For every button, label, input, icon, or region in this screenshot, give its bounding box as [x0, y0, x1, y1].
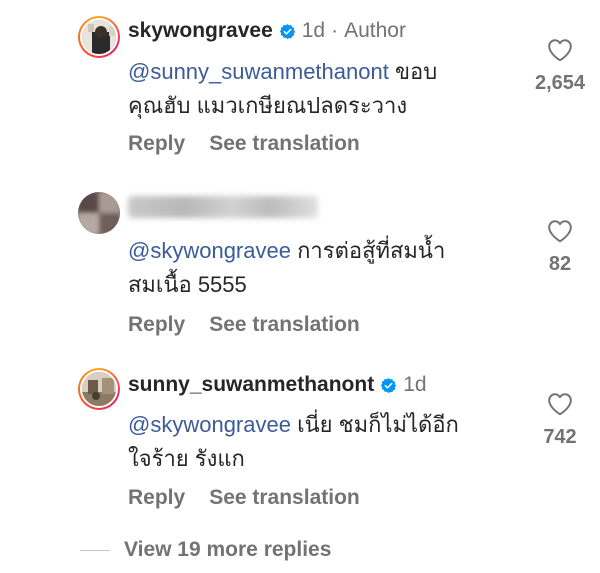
comment-time: 1d: [403, 373, 427, 396]
avatar[interactable]: [78, 16, 120, 58]
comment-text: @sunny_suwanmethanont ขอบ คุณฮับ แมวเกษี…: [128, 55, 518, 123]
avatar-image: [78, 192, 120, 234]
like-count: 2,654: [534, 72, 586, 94]
comment-actions: Reply See translation: [128, 313, 360, 337]
avatar[interactable]: [78, 192, 120, 234]
comment-header: skywongravee 1d · Author: [128, 18, 406, 44]
reply-button[interactable]: Reply: [128, 132, 185, 155]
comment-time: 1d: [301, 19, 326, 42]
see-translation-button[interactable]: See translation: [209, 132, 360, 155]
heart-outline-icon[interactable]: [547, 392, 573, 416]
heart-outline-icon[interactable]: [547, 219, 573, 243]
comment-text-line2: คุณฮับ แมวเกษียณปลดระวาง: [128, 93, 408, 118]
see-translation-button[interactable]: See translation: [209, 486, 360, 509]
view-more-replies[interactable]: View 19 more replies: [80, 538, 331, 562]
mention-link[interactable]: @skywongravee: [128, 238, 291, 263]
avatar-image: [82, 372, 116, 406]
username[interactable]: sunny_suwanmethanont: [128, 372, 374, 398]
comment-text-line1: เนี่ย ชมก็ไม่ได้อีก: [290, 412, 459, 437]
heart-outline-icon[interactable]: [547, 38, 573, 62]
like-block: 82: [520, 219, 600, 276]
username[interactable]: skywongravee: [128, 18, 273, 44]
comment-actions: Reply See translation: [128, 132, 360, 156]
like-count: 742: [543, 426, 577, 448]
mention-link[interactable]: @skywongravee: [128, 412, 291, 437]
verified-badge-icon: [279, 23, 295, 39]
hidden-username: [128, 196, 318, 218]
avatar-image: [82, 20, 116, 54]
like-block: 2,654: [520, 38, 600, 95]
reply-button[interactable]: Reply: [128, 486, 185, 509]
comment-text-line1: ขอบ: [388, 59, 438, 84]
comment-header: sunny_suwanmethanont 1d: [128, 372, 427, 398]
comment-text-line1: การต่อสู้ที่สมน้ำ: [290, 238, 446, 263]
avatar[interactable]: [78, 368, 120, 410]
view-more-replies-label[interactable]: View 19 more replies: [124, 538, 331, 562]
comment-text-line2: ใจร้าย รังแก: [128, 446, 245, 471]
verified-badge-icon: [381, 377, 397, 393]
mention-link[interactable]: @sunny_suwanmethanont: [128, 59, 389, 84]
meta-separator: ·: [331, 19, 339, 42]
comment-text-line2: สมเนื้อ 5555: [128, 272, 247, 297]
like-count: 82: [548, 253, 572, 275]
author-tag: Author: [344, 19, 406, 42]
comment-text: @skywongravee เนี่ย ชมก็ไม่ได้อีก ใจร้าย…: [128, 408, 518, 476]
comment-text: @skywongravee การต่อสู้ที่สมน้ำ สมเนื้อ …: [128, 234, 518, 302]
see-translation-button[interactable]: See translation: [209, 313, 360, 336]
like-block: 742: [520, 392, 600, 449]
divider-line: [80, 549, 110, 551]
comment-actions: Reply See translation: [128, 486, 360, 510]
reply-button[interactable]: Reply: [128, 313, 185, 336]
